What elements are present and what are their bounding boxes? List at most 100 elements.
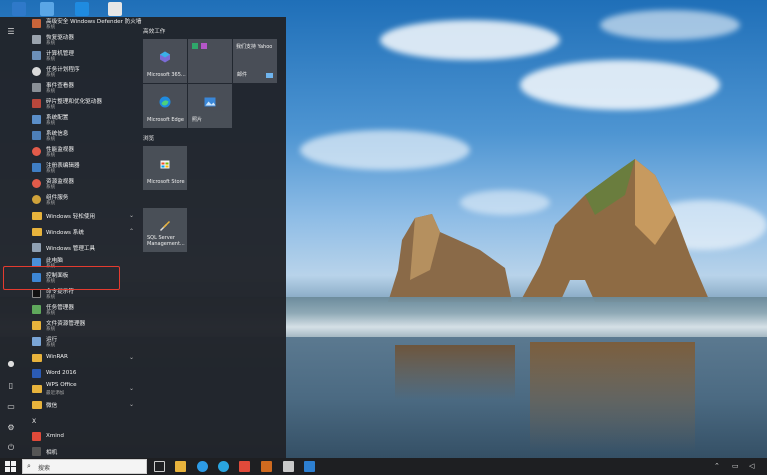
pictures-icon[interactable]: ▭ xyxy=(5,400,17,412)
app-sublabel: 系统 xyxy=(46,185,56,190)
folder-icon xyxy=(32,228,42,236)
documents-icon[interactable]: ▯ xyxy=(5,379,17,391)
desktop-shortcut-icon[interactable] xyxy=(75,2,89,16)
tile-edge[interactable]: Microsoft Edge xyxy=(143,84,187,128)
app-label: Word 2016 xyxy=(46,370,77,376)
camera-icon xyxy=(32,447,41,456)
desktop-icons xyxy=(0,0,767,17)
services-icon xyxy=(32,195,41,204)
chevron-down-icon: ⌄ xyxy=(128,212,134,219)
reflection xyxy=(395,345,515,400)
folder-label: WinRAR xyxy=(46,354,68,360)
folder-sublabel: 最近添加 xyxy=(46,391,65,396)
app-sublabel: 系统 xyxy=(46,169,56,174)
tiles-section-title: 高效工作 xyxy=(143,29,166,35)
task-view-icon[interactable] xyxy=(154,461,165,472)
folder-windows-system[interactable]: Windows 系统 ⌃ xyxy=(28,225,136,240)
edge-dev-icon[interactable] xyxy=(218,461,229,472)
tile-store[interactable]: Microsoft Store xyxy=(143,146,187,190)
folder-wechat[interactable]: 微信 ⌄ xyxy=(28,398,136,413)
word-icon xyxy=(32,369,41,378)
tile-sql-server[interactable]: SQL Server Management... xyxy=(143,208,187,252)
office-icon[interactable] xyxy=(239,461,250,472)
tile-mail[interactable]: 我们支持 Yahoo 邮件 xyxy=(233,39,277,83)
desktop-shortcut-icon[interactable] xyxy=(12,2,26,16)
volume-icon[interactable]: ◁ xyxy=(749,462,754,470)
search-input[interactable]: ⌕ 搜索 xyxy=(22,459,147,474)
app-item-recovery-drive[interactable]: 恢复驱动器 系统 xyxy=(28,33,136,48)
folder-label: Windows 系统 xyxy=(46,230,84,236)
chevron-down-icon: ⌄ xyxy=(128,354,134,361)
task-manager-icon xyxy=(32,305,41,314)
app-sublabel: 系统 xyxy=(46,153,56,158)
desktop-shortcut-icon[interactable] xyxy=(40,2,54,16)
app-item-defrag[interactable]: 碎片整理和优化驱动器 系统 xyxy=(28,97,136,112)
cloud xyxy=(300,130,470,170)
chevron-up-icon[interactable]: ⌃ xyxy=(714,462,720,470)
tile-office-group[interactable] xyxy=(188,39,232,83)
chevron-down-icon: ⌄ xyxy=(128,385,134,392)
drive-icon xyxy=(32,35,41,44)
start-menu: ☰ ● ▯ ▭ ⚙ ⏻ 高级安全 Windows Defender 防火墙 系统… xyxy=(0,17,286,458)
mail-icon xyxy=(266,73,273,78)
search-placeholder: 搜索 xyxy=(38,465,51,472)
app-item-admin-tools[interactable]: Windows 管理工具 xyxy=(28,241,136,256)
app-sublabel: 系统 xyxy=(46,343,56,348)
power-icon[interactable]: ⏻ xyxy=(5,442,17,454)
folder-winrar[interactable]: WinRAR ⌄ xyxy=(28,351,136,366)
user-avatar-icon[interactable]: ● xyxy=(5,357,17,369)
tile-label: Microsoft Store xyxy=(147,179,185,185)
edge-icon[interactable] xyxy=(197,461,208,472)
photoshop-icon[interactable] xyxy=(261,461,272,472)
tile-m365[interactable]: Microsoft 365... xyxy=(143,39,187,83)
performance-monitor-icon xyxy=(32,147,41,156)
start-rail: ☰ ● ▯ ▭ ⚙ ⏻ xyxy=(0,17,22,458)
resource-monitor-icon xyxy=(32,179,41,188)
hamburger-menu-icon[interactable]: ☰ xyxy=(5,25,17,37)
file-explorer-icon[interactable] xyxy=(175,461,186,472)
clock-icon xyxy=(32,67,41,76)
app-sublabel: 系统 xyxy=(46,73,56,78)
app-sublabel: 系统 xyxy=(46,311,56,316)
reflection xyxy=(530,342,695,452)
letter-header[interactable]: X xyxy=(32,418,36,425)
system-config-icon xyxy=(32,115,41,124)
desktop-shortcut-icon[interactable] xyxy=(108,2,122,16)
app-sublabel: 系统 xyxy=(46,201,56,206)
folder-wps-office[interactable]: WPS Office 最近添加 ⌄ xyxy=(28,382,136,397)
app-item-run[interactable]: 运行 系统 xyxy=(28,335,136,350)
folder-ease-of-access[interactable]: Windows 轻松使用 ⌄ xyxy=(28,209,136,224)
windows-start-icon[interactable] xyxy=(5,461,16,472)
system-info-icon xyxy=(32,131,41,140)
app-item-system-config[interactable]: 系统配置 系统 xyxy=(28,113,136,128)
app-item-registry-editor[interactable]: 注册表编辑器 系统 xyxy=(28,161,136,176)
app-list: 高级安全 Windows Defender 防火墙 系统 恢复驱动器 系统 计算… xyxy=(22,17,141,458)
event-viewer-icon xyxy=(32,83,41,92)
defrag-icon xyxy=(32,99,41,108)
app-item-resource-monitor[interactable]: 资源监视器 系统 xyxy=(28,177,136,192)
app-item-task-manager[interactable]: 任务管理器 系统 xyxy=(28,303,136,318)
folder-icon xyxy=(32,385,42,393)
app-sublabel: 系统 xyxy=(46,57,56,62)
app-item-perf-monitor[interactable]: 性能监视器 系统 xyxy=(28,145,136,160)
app-item-xmind[interactable]: Xmind xyxy=(28,430,136,445)
network-icon[interactable]: ▭ xyxy=(732,462,739,470)
app-item-component-services[interactable]: 组件服务 系统 xyxy=(28,193,136,208)
settings-gear-icon[interactable]: ⚙ xyxy=(5,421,17,433)
vscode-icon[interactable] xyxy=(304,461,315,472)
folder-icon xyxy=(32,354,42,362)
app-item-task-scheduler[interactable]: 任务计划程序 系统 xyxy=(28,65,136,80)
app-item-defender-firewall[interactable]: 高级安全 Windows Defender 防火墙 系统 xyxy=(28,17,141,32)
tile-label: 邮件 xyxy=(237,72,248,78)
app-item-event-viewer[interactable]: 事件查看器 系统 xyxy=(28,81,136,96)
tools-icon[interactable] xyxy=(283,461,294,472)
app-sublabel: 系统 xyxy=(46,89,56,94)
app-item-file-explorer[interactable]: 文件资源管理器 系统 xyxy=(28,319,136,334)
folder-label: WPS Office xyxy=(46,382,77,388)
tile-photos[interactable]: 照片 xyxy=(188,84,232,128)
microsoft-365-icon xyxy=(160,51,170,63)
app-item-system-info[interactable]: 系统信息 系统 xyxy=(28,129,136,144)
app-item-word[interactable]: Word 2016 xyxy=(28,367,136,382)
xmind-icon xyxy=(32,432,41,441)
app-item-computer-management[interactable]: 计算机管理 系统 xyxy=(28,49,136,64)
